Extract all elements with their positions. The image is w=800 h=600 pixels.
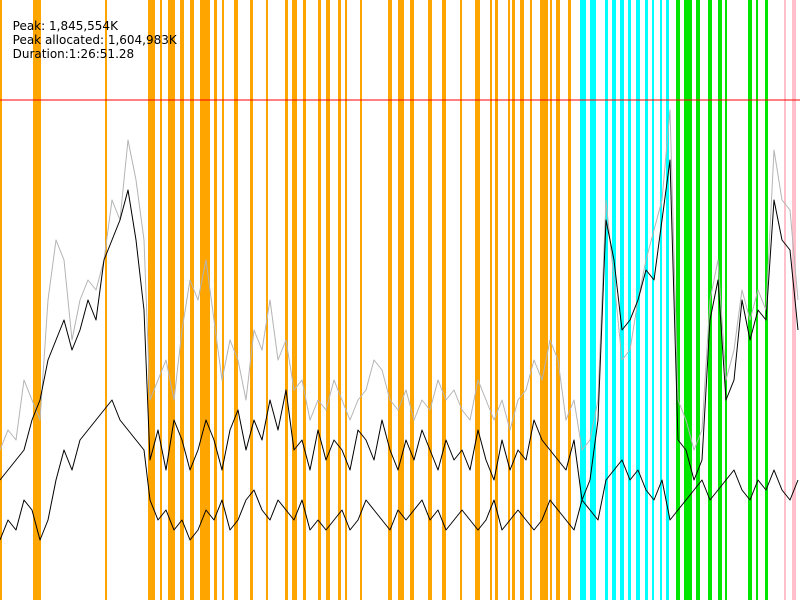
- phase_a-band-5: [168, 0, 175, 600]
- phase_b-band-8: [652, 0, 654, 600]
- phase_a-band-7: [190, 0, 194, 600]
- phase_b-band-9: [660, 0, 662, 600]
- phase_c-band-2: [696, 0, 700, 600]
- phase_a-band-32: [512, 0, 515, 600]
- phase_c-band-7: [756, 0, 758, 600]
- memory-usage-plot: [0, 0, 800, 600]
- phase_a-band-34: [530, 0, 532, 600]
- phase_b-band-0: [580, 0, 586, 600]
- phase_a-band-11: [234, 0, 238, 600]
- phase_a-band-19: [338, 0, 341, 600]
- phase_a-band-0: [0, 0, 2, 600]
- phase_c-band-4: [718, 0, 722, 600]
- phase_c-band-5: [725, 0, 727, 600]
- phase_a-band-9: [214, 0, 217, 600]
- phase_a-band-26: [442, 0, 446, 600]
- duration-label: Duration:1:26:51.28: [12, 47, 135, 61]
- phase_a-band-12: [250, 0, 253, 600]
- phase_a-band-18: [326, 0, 330, 600]
- phase_a-band-22: [388, 0, 392, 600]
- phase_a-band-4: [160, 0, 162, 600]
- phase_a-band-8: [200, 0, 210, 600]
- phase_a-band-1: [33, 0, 41, 600]
- stats-header: Peak: 1,845,554K Peak allocated: 1,604,9…: [5, 5, 187, 61]
- phase_a-band-28: [475, 0, 480, 600]
- phase_a-band-25: [428, 0, 432, 600]
- phase_b-band-7: [645, 0, 648, 600]
- phase_a-band-38: [568, 0, 571, 600]
- peak-allocated-label: Peak allocated: 1,604,983K: [12, 33, 177, 47]
- peak-label: Peak: 1,845,554K: [12, 19, 118, 33]
- phase_b-band-5: [628, 0, 631, 600]
- phase_b-band-4: [620, 0, 624, 600]
- phase_a-band-2: [105, 0, 107, 600]
- phase_b-band-3: [612, 0, 616, 600]
- phase_a-band-35: [540, 0, 548, 600]
- phase_b-band-1: [590, 0, 596, 600]
- phase_a-band-31: [508, 0, 510, 600]
- phase_a-band-20: [345, 0, 347, 600]
- phase_a-band-6: [180, 0, 184, 600]
- phase_a-band-36: [550, 0, 552, 600]
- phase_a-band-10: [222, 0, 224, 600]
- phase_a-band-23: [398, 0, 404, 600]
- phase_a-band-13: [266, 0, 268, 600]
- phase_a-band-17: [318, 0, 321, 600]
- phase_a-band-33: [520, 0, 524, 600]
- phase_b-band-2: [605, 0, 608, 600]
- phase_a-band-15: [292, 0, 297, 600]
- phase_c-band-1: [684, 0, 692, 600]
- phase_d-band-0: [784, 0, 786, 600]
- phase_c-band-6: [748, 0, 752, 600]
